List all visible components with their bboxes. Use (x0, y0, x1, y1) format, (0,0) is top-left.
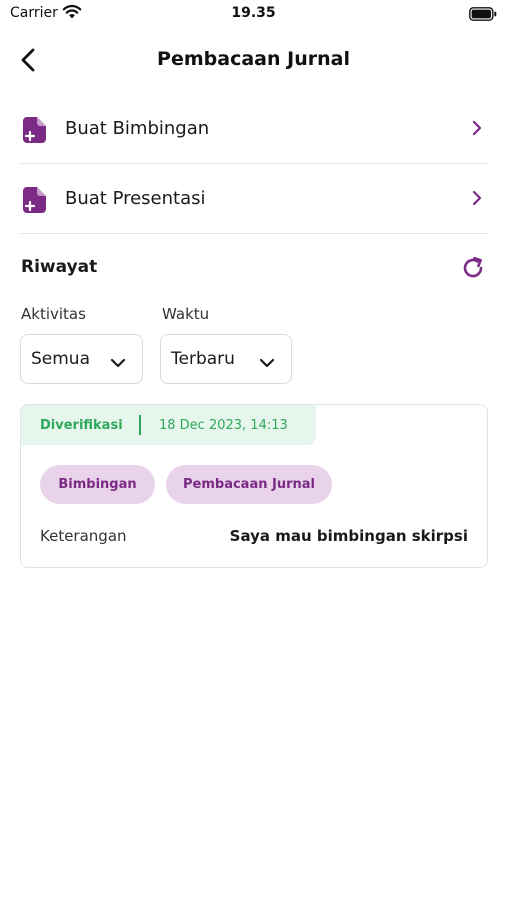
history-date: 18 Dec 2023, 14:13 (159, 418, 288, 433)
tag-chip: Pembacaan Jurnal (166, 465, 332, 504)
status-bar: Carrier 19.35 (0, 0, 507, 28)
time-filter-value: Terbaru (171, 349, 235, 369)
menu-item-buat-bimbingan[interactable]: Buat Bimbingan (20, 94, 488, 164)
activity-filter-label: Aktivitas (21, 305, 86, 323)
history-title: Riwayat (21, 257, 98, 277)
divider (139, 415, 141, 435)
tag-chip: Bimbingan (40, 465, 155, 504)
navigation-bar: Pembacaan Jurnal (0, 38, 507, 82)
menu-item-label: Buat Bimbingan (65, 118, 210, 139)
description-label: Keterangan (40, 527, 127, 545)
battery-icon (469, 6, 497, 25)
status-badge: Diverifikasi (40, 418, 123, 433)
menu-item-buat-presentasi[interactable]: Buat Presentasi (20, 164, 488, 234)
time-filter-label: Waktu (162, 305, 210, 323)
status-strip: Diverifikasi 18 Dec 2023, 14:13 (21, 405, 316, 445)
chevron-right-icon (472, 190, 482, 210)
clock-time: 19.35 (231, 5, 276, 21)
page-title: Pembacaan Jurnal (157, 48, 350, 70)
menu-item-label: Buat Presentasi (65, 188, 206, 209)
time-filter-select[interactable]: Terbaru (160, 334, 292, 384)
refresh-icon[interactable] (460, 255, 486, 285)
chevron-right-icon (472, 120, 482, 140)
document-add-icon (22, 116, 48, 148)
chevron-down-icon (259, 353, 275, 372)
activity-filter-value: Semua (31, 349, 91, 369)
description-value: Saya mau bimbingan skirpsi (229, 527, 468, 545)
history-card[interactable]: Diverifikasi 18 Dec 2023, 14:13 Bimbinga… (20, 404, 488, 568)
document-add-icon (22, 186, 48, 218)
chevron-down-icon (110, 353, 126, 372)
activity-filter-select[interactable]: Semua (20, 334, 143, 384)
